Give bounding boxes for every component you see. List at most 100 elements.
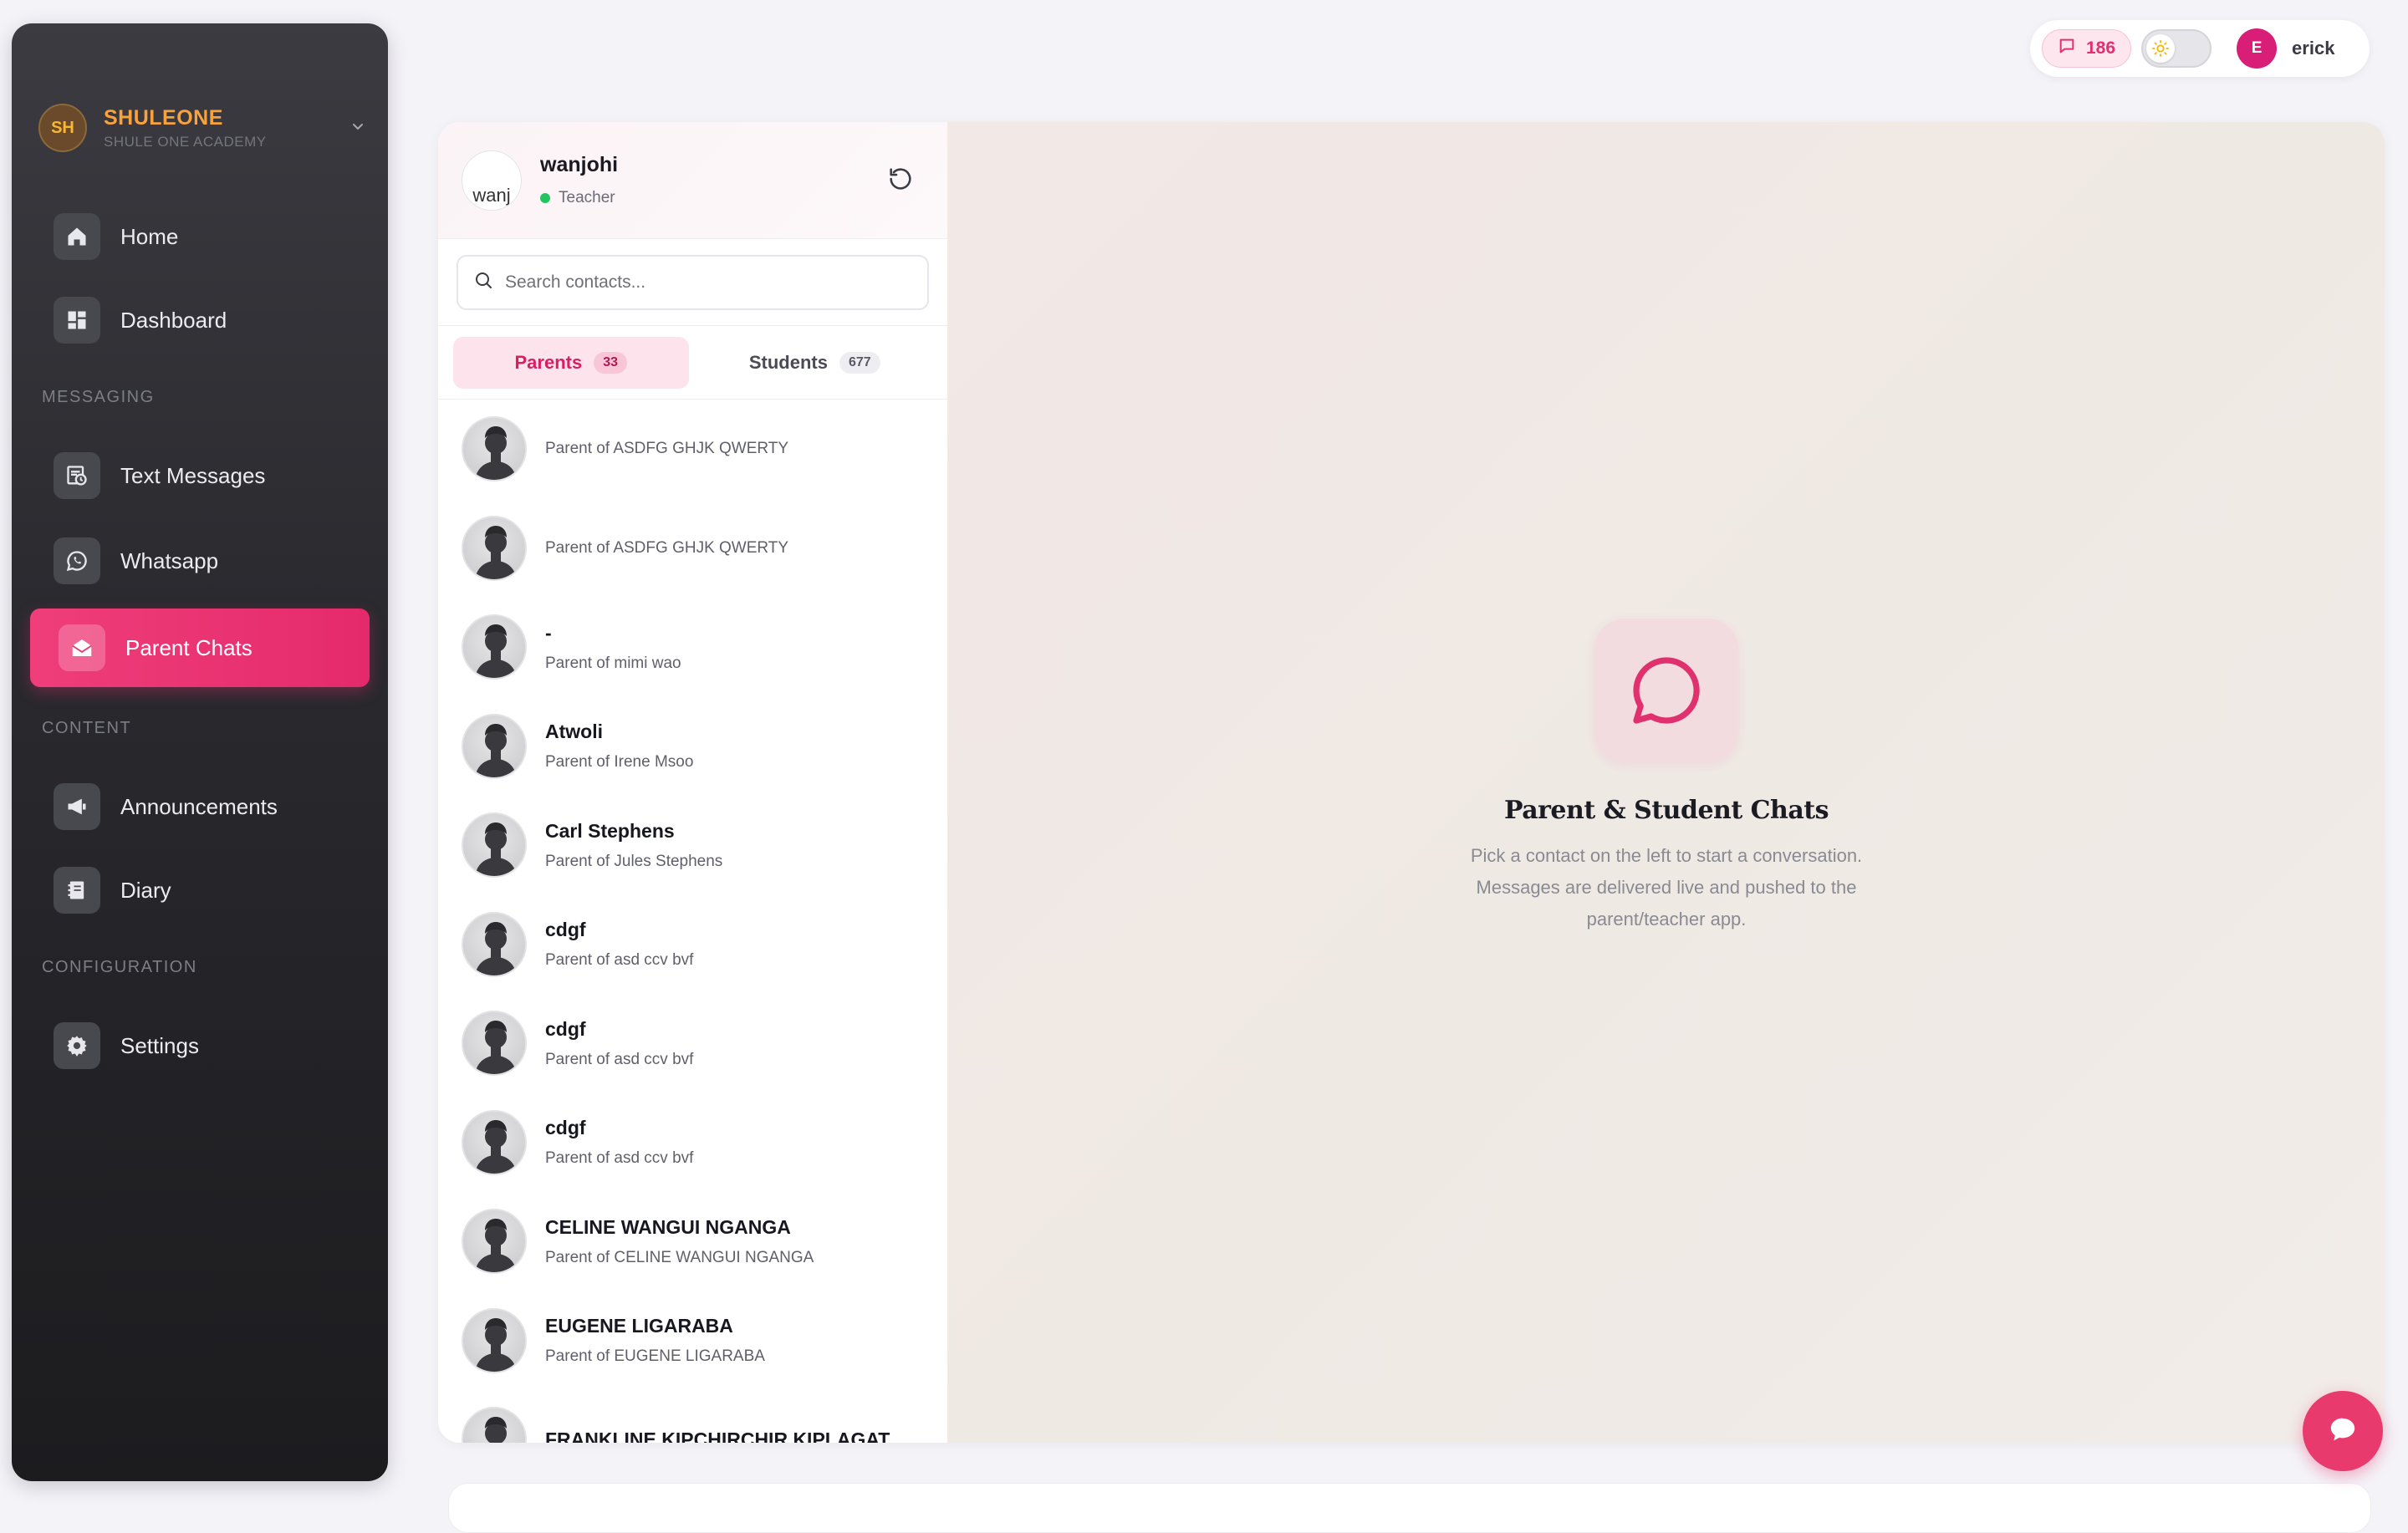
home-icon [54,213,100,260]
message-count-button[interactable]: 186 [2042,29,2132,68]
whatsapp-icon [54,537,100,584]
search-box [457,254,929,310]
contact-subtitle: Parent of ASDFG GHJK QWERTY [545,440,789,458]
search-input[interactable] [505,272,912,293]
brand-name: SHULEONE [104,105,223,130]
sms-icon [54,452,100,499]
brand-switcher[interactable]: SH SHULEONE SHULE ONE ACADEMY [38,90,373,166]
open-chat-button[interactable] [2303,1391,2383,1471]
top-bar: 186 E erick [2030,20,2370,77]
contact-subtitle: Parent of mimi wao [545,654,681,672]
contact-avatar [462,1209,527,1275]
chevron-down-icon [351,119,365,138]
my-avatar: wanj [462,150,522,211]
online-status-dot [540,193,550,203]
chat-card: wanj wanjohi Teacher Search contacts... … [438,122,2385,1443]
sidebar-item-diary[interactable]: Diary [30,851,370,929]
contact-avatar [462,515,527,581]
contact-item[interactable]: Parent of ASDFG GHJK QWERTY [438,499,947,598]
sidebar-item-announcements[interactable]: Announcements [30,767,370,846]
section-content: CONTENT [42,719,132,737]
contact-subtitle: Parent of asd ccv bvf [545,1149,694,1168]
contact-item[interactable]: FRANKLINE KIPCHIRCHIR KIPLAGAT [438,1390,947,1443]
megaphone-icon [54,783,100,830]
brand-subtitle: SHULE ONE ACADEMY [104,133,267,150]
sidebar-item-label: Text Messages [120,462,266,488]
contact-avatar [462,1109,527,1175]
sun-icon [2146,34,2176,63]
contact-subtitle: Parent of asd ccv bvf [545,1050,694,1068]
contacts-panel: wanj wanjohi Teacher Search contacts... … [438,122,948,1443]
tab-label: Students [748,351,828,373]
contact-name: Atwoli [545,721,603,743]
bottom-panel [448,1483,2371,1533]
contact-avatar [462,416,527,482]
sidebar-item-label: Diary [120,877,171,903]
theme-toggle[interactable] [2141,29,2212,68]
contact-item[interactable]: Atwoli Parent of Irene Msoo [438,697,947,797]
contact-name: FRANKLINE KIPCHIRCHIR KIPLAGAT [545,1428,890,1443]
sidebar-item-label: Whatsapp [120,548,219,573]
contact-avatar [462,1407,527,1443]
contact-item[interactable]: CELINE WANGUI NGANGA Parent of CELINE WAN… [438,1192,947,1291]
contact-subtitle: Parent of Jules Stephens [545,852,723,870]
section-messaging: MESSAGING [42,388,155,406]
contact-item[interactable]: EUGENE LIGARABA Parent of EUGENE LIGARABA [438,1291,947,1391]
contact-name: Carl Stephens [545,819,675,842]
message-count: 186 [2086,38,2116,58]
contact-item[interactable]: Carl Stephens Parent of Jules Stephens [438,796,947,895]
dashboard-icon [54,297,100,344]
contact-item[interactable]: Parent of ASDFG GHJK QWERTY [438,400,947,499]
empty-state-title: Parent & Student Chats [1503,796,1829,825]
my-name: wanjohi [540,153,619,176]
sidebar: SH SHULEONE SHULE ONE ACADEMY Home Dashb… [12,23,388,1481]
sidebar-item-label: Dashboard [120,307,227,333]
contact-avatar [462,1011,527,1077]
contact-name: cdgf [545,919,586,941]
sidebar-item-whatsapp[interactable]: Whatsapp [30,522,370,600]
sidebar-item-parent-chats[interactable]: Parent Chats [30,609,370,687]
chat-bubble-icon [1594,619,1738,762]
contact-tabs: Parents 33 Students 677 [438,326,947,400]
contact-item[interactable]: cdgf Parent of asd ccv bvf [438,994,947,1093]
sidebar-item-dashboard[interactable]: Dashboard [30,281,370,359]
sidebar-item-label: Announcements [120,793,278,819]
brand-avatar: SH [38,104,87,152]
contact-name: cdgf [545,1017,586,1040]
contact-item[interactable]: cdgf Parent of asd ccv bvf [438,895,947,995]
gear-icon [54,1022,100,1069]
tab-count-badge: 33 [594,351,627,374]
empty-state: Parent & Student Chats Pick a contact on… [948,619,2385,935]
sidebar-item-text-messages[interactable]: Text Messages [30,436,370,515]
user-avatar[interactable]: E [2237,28,2278,69]
tab-students[interactable]: Students 677 [697,337,933,389]
contact-subtitle: Parent of EUGENE LIGARABA [545,1347,765,1366]
contact-avatar [462,911,527,977]
section-configuration: CONFIGURATION [42,958,197,976]
contact-subtitle: Parent of asd ccv bvf [545,951,694,970]
contact-item[interactable]: - Parent of mimi wao [438,598,947,697]
envelope-open-icon [59,624,105,671]
contact-subtitle: Parent of ASDFG GHJK QWERTY [545,538,789,557]
my-avatar-alt: wanj [472,184,511,206]
contact-list: Parent of ASDFG GHJK QWERTY Parent of ASD… [438,400,947,1443]
contact-name: cdgf [545,1117,586,1139]
refresh-button[interactable] [884,164,917,197]
user-name[interactable]: erick [2292,38,2334,59]
sidebar-item-settings[interactable]: Settings [30,1006,370,1085]
tab-parents[interactable]: Parents 33 [453,336,689,389]
tab-count-badge: 677 [839,351,880,374]
chat-pane: Parent & Student Chats Pick a contact on… [948,122,2385,1443]
sidebar-item-label: Settings [120,1032,199,1058]
contact-avatar [462,713,527,779]
contact-name: CELINE WANGUI NGANGA [545,1215,791,1238]
contact-avatar [462,1307,527,1373]
my-role: Teacher [559,189,615,206]
diary-icon [54,867,100,914]
contact-avatar [462,614,527,680]
sidebar-item-label: Home [120,223,179,249]
contact-item[interactable]: cdgf Parent of asd ccv bvf [438,1093,947,1193]
contact-subtitle: Parent of CELINE WANGUI NGANGA [545,1248,814,1266]
tab-label: Parents [514,351,583,373]
sidebar-item-home[interactable]: Home [30,197,370,276]
